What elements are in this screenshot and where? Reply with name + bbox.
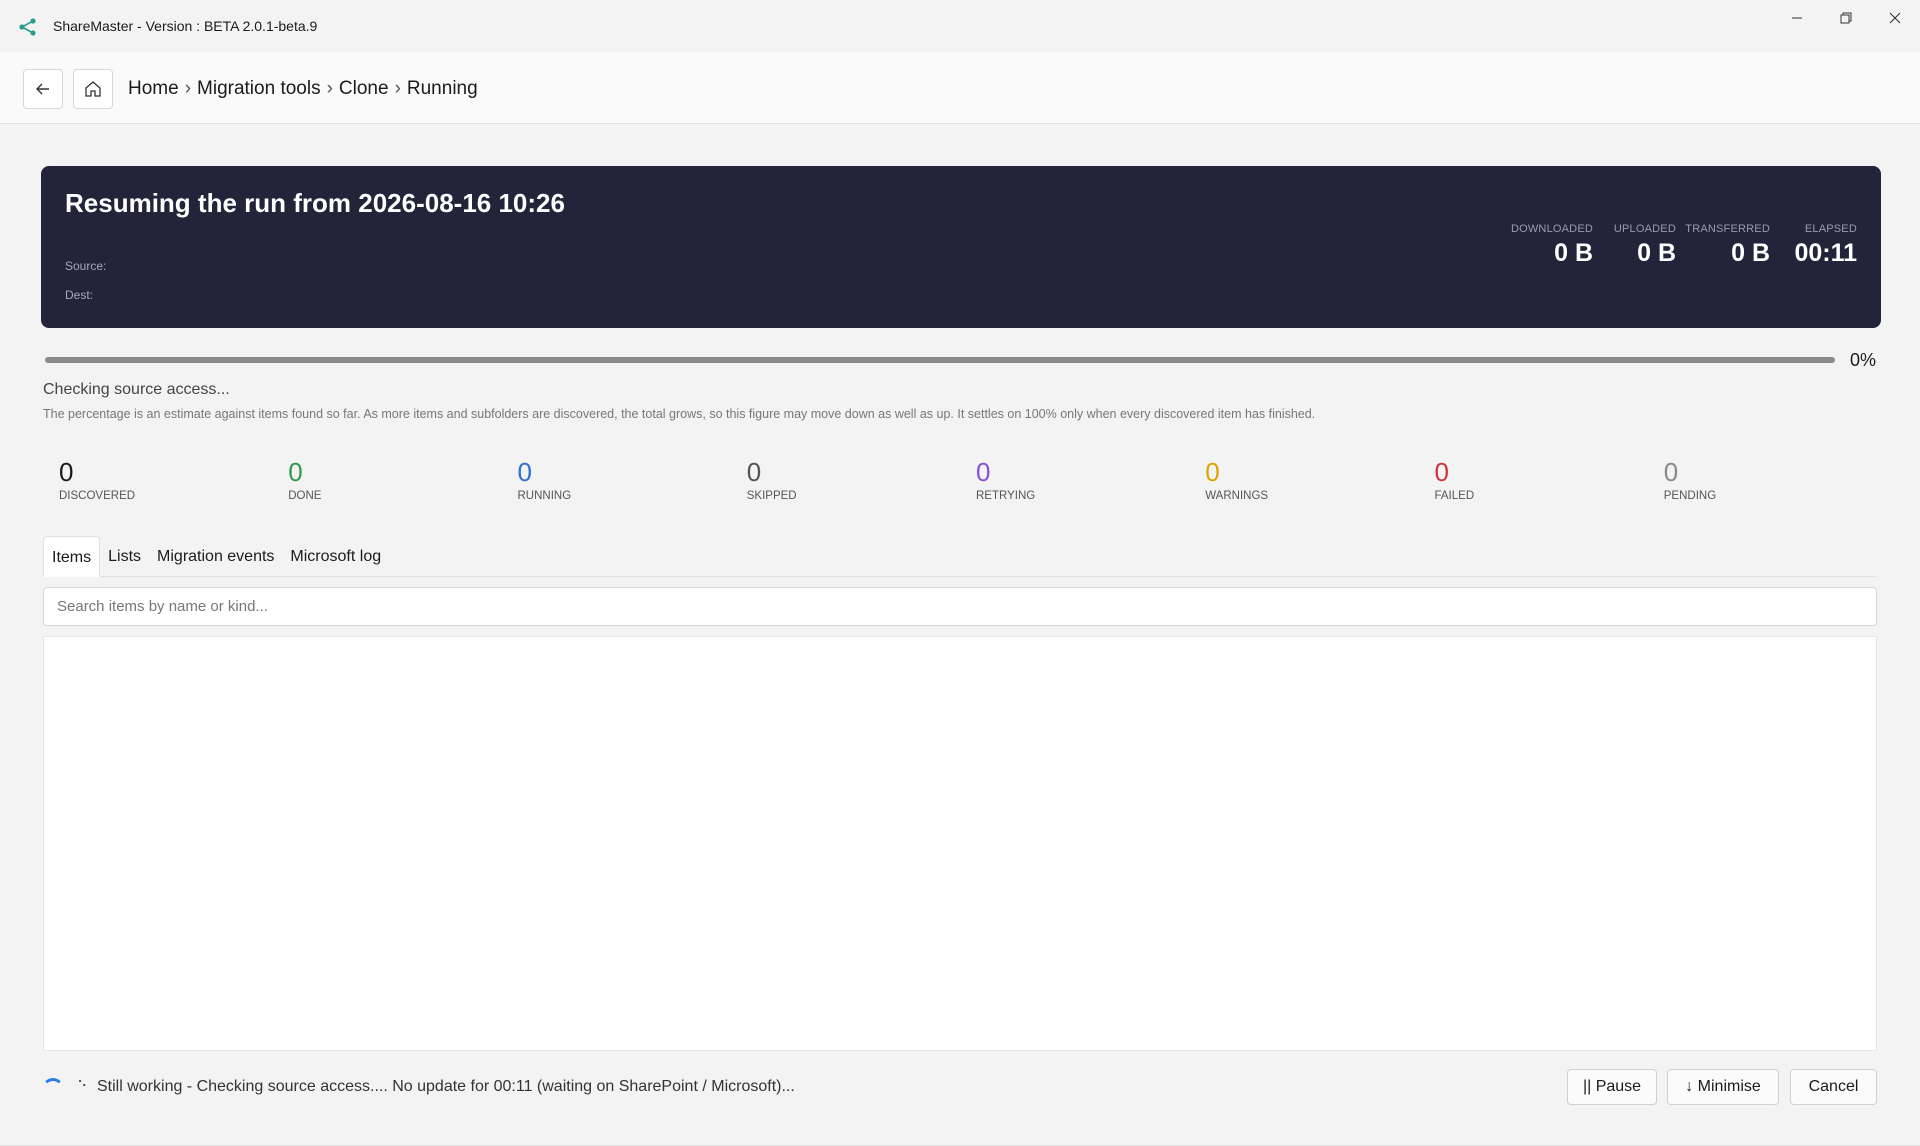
counter-value: 0 xyxy=(1434,457,1449,487)
breadcrumb-clone[interactable]: Clone xyxy=(339,78,389,100)
counter-value: 0 xyxy=(1663,457,1679,487)
activity-dots-icon: ⠑ xyxy=(77,1078,88,1094)
footer-status-message: Still working - Checking source access..… xyxy=(97,1078,795,1095)
counter-label: FAILED xyxy=(1434,490,1475,502)
stat-value: 00:11 xyxy=(1794,239,1857,267)
counter-value: 0 xyxy=(288,457,303,487)
minimize-icon xyxy=(1792,17,1802,19)
breadcrumb-running: Running xyxy=(406,78,478,99)
progress-note: The percentage is an estimate against it… xyxy=(43,407,1316,421)
cancel-button[interactable]: Cancel xyxy=(1790,1069,1877,1105)
close-window-button[interactable] xyxy=(1872,0,1918,36)
breadcrumb-home[interactable]: Home xyxy=(128,78,179,100)
search-input[interactable] xyxy=(43,587,1877,626)
counter-done: 0 DONE xyxy=(272,451,501,515)
stat-label: UPLOADED xyxy=(1613,223,1676,235)
stat-value: 0 B xyxy=(1637,239,1676,267)
home-button[interactable] xyxy=(73,69,113,109)
close-icon xyxy=(1889,12,1901,24)
tab-migration-events[interactable]: Migration events xyxy=(149,536,282,577)
tab-bar: Items Lists Migration events Microsoft l… xyxy=(43,536,1877,577)
stat-value: 0 B xyxy=(1554,239,1593,267)
counter-value: 0 xyxy=(517,457,532,487)
counter-value: 0 xyxy=(976,457,991,487)
transferred-stat: TRANSFERRED 0 B xyxy=(1685,223,1770,268)
stat-label: TRANSFERRED xyxy=(1685,223,1770,235)
counter-label: DONE xyxy=(288,490,322,502)
tab-microsoft-log[interactable]: Microsoft log xyxy=(282,536,389,577)
downloaded-stat: DOWNLOADED 0 B xyxy=(1511,223,1593,268)
counter-label: RETRYING xyxy=(976,490,1036,502)
elapsed-stat: ELAPSED 00:11 xyxy=(1794,223,1857,268)
arrow-left-icon xyxy=(36,83,49,95)
stat-label: ELAPSED xyxy=(1804,223,1857,235)
breadcrumb-migration-tools[interactable]: Migration tools xyxy=(197,78,321,100)
progress-bar xyxy=(45,357,1835,363)
progress-percent: 0% xyxy=(1850,350,1877,370)
counter-retrying: 0 RETRYING xyxy=(960,451,1189,515)
counter-label: DISCOVERED xyxy=(59,490,136,502)
counter-label: WARNINGS xyxy=(1205,490,1269,502)
counter-pending: 0 PENDING xyxy=(1648,451,1877,515)
run-summary-panel: Resuming the run from 2026-08-16 10:26 S… xyxy=(41,166,1881,328)
breadcrumb: Home › Migration tools › Clone › Running xyxy=(128,78,478,100)
source-label: Source: xyxy=(65,259,107,273)
stat-label: DOWNLOADED xyxy=(1510,223,1593,235)
restore-window-button[interactable] xyxy=(1823,0,1869,36)
spinner-icon xyxy=(42,1078,64,1100)
navigation-bar: Home › Migration tools › Clone › Running xyxy=(0,52,1920,124)
status-text: Checking source access... xyxy=(43,381,230,398)
counter-warnings: 0 WARNINGS xyxy=(1189,451,1418,515)
breadcrumb-separator: › xyxy=(326,78,333,99)
counter-failed: 0 FAILED xyxy=(1419,451,1648,515)
breadcrumb-separator: › xyxy=(394,78,401,99)
stat-value: 0 B xyxy=(1731,239,1770,267)
title-bar: ShareMaster - Version : BETA 2.0.1-beta.… xyxy=(0,0,1920,52)
counter-discovered: 0 DISCOVERED xyxy=(43,451,272,515)
counter-value: 0 xyxy=(59,457,74,487)
counter-skipped: 0 SKIPPED xyxy=(731,451,960,515)
breadcrumb-separator: › xyxy=(184,78,192,99)
counter-running: 0 RUNNING xyxy=(502,451,731,515)
window-title: ShareMaster - Version : BETA 2.0.1-beta.… xyxy=(53,18,318,34)
counter-label: SKIPPED xyxy=(746,490,797,502)
restore-icon xyxy=(1840,12,1852,24)
pause-button[interactable]: || Pause xyxy=(1567,1069,1657,1105)
home-icon xyxy=(85,81,101,97)
app-logo-icon xyxy=(19,18,36,36)
counter-value: 0 xyxy=(746,457,762,487)
counter-value: 0 xyxy=(1205,457,1220,487)
dest-label: Dest: xyxy=(65,288,94,302)
back-button[interactable] xyxy=(23,69,63,109)
uploaded-stat: UPLOADED 0 B xyxy=(1614,223,1676,268)
tab-lists[interactable]: Lists xyxy=(100,536,149,577)
counters-row: 0 DISCOVERED 0 DONE 0 RUNNING 0 SKIPPED … xyxy=(43,451,1877,515)
run-title: Resuming the run from 2026-08-16 10:26 xyxy=(65,188,565,218)
minimise-button[interactable]: ↓ Minimise xyxy=(1667,1069,1779,1105)
tab-items[interactable]: Items xyxy=(43,536,101,577)
counter-label: RUNNING xyxy=(517,490,572,502)
minimize-window-button[interactable] xyxy=(1774,0,1820,36)
counter-label: PENDING xyxy=(1663,490,1717,502)
items-list[interactable] xyxy=(43,636,1877,1051)
